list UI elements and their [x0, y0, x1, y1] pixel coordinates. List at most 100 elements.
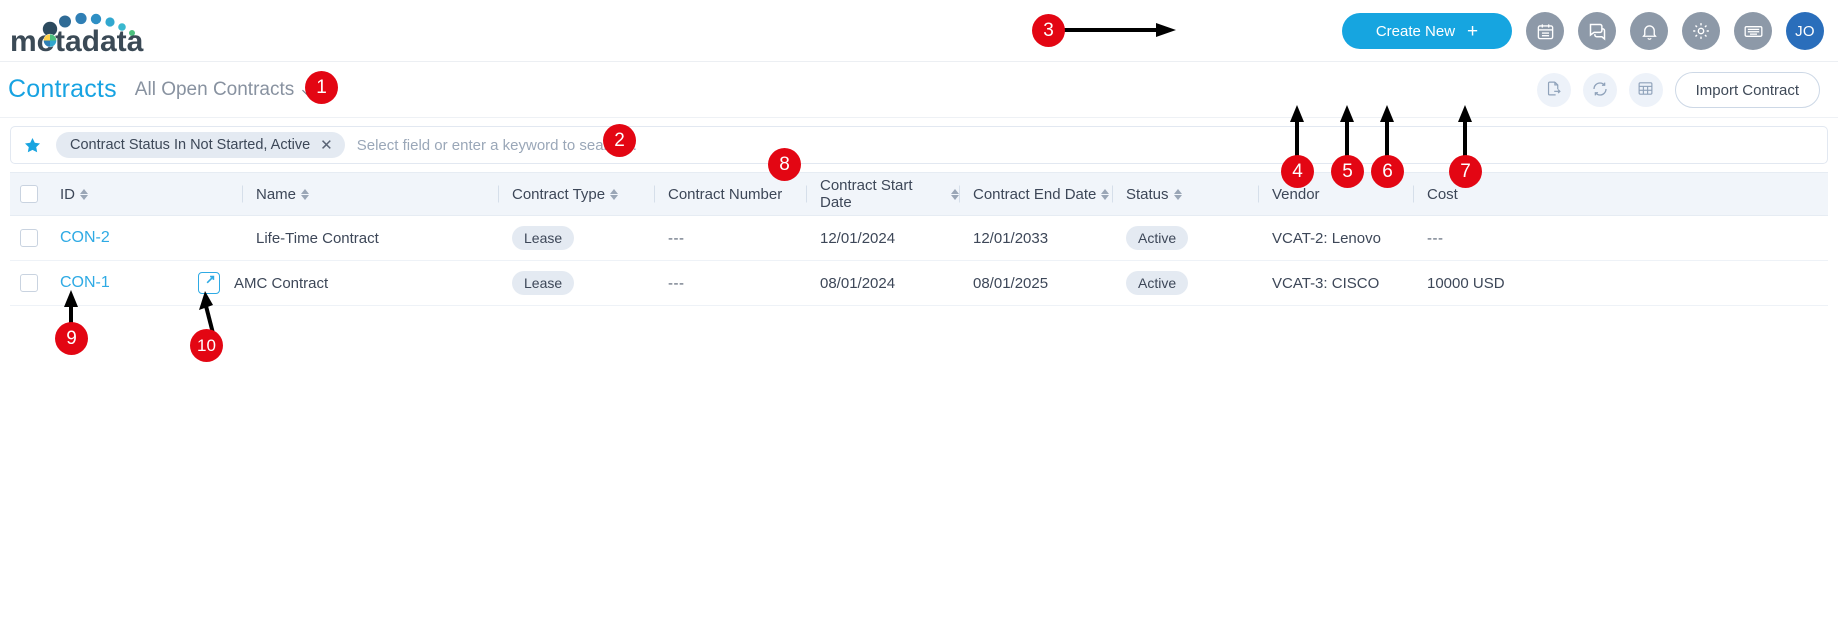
cell-name: AMC Contract	[242, 272, 498, 294]
table-row[interactable]: CON-1 AMC Contract Lease --- 08/01/2024	[10, 261, 1828, 306]
cell-name: Life-Time Contract	[242, 230, 498, 247]
sort-icon[interactable]	[301, 189, 309, 200]
close-icon[interactable]: ✕	[320, 138, 333, 153]
gear-icon	[1691, 21, 1711, 41]
sort-icon[interactable]	[610, 189, 618, 200]
calendar-icon	[1536, 22, 1555, 41]
refresh-icon	[1591, 80, 1609, 101]
cell-end-date: 12/01/2033	[959, 230, 1112, 247]
cell-contract-number: ---	[654, 230, 806, 247]
column-header-status[interactable]: Status	[1112, 186, 1258, 203]
view-selector-label: All Open Contracts	[135, 79, 294, 101]
chat-icon-button[interactable]	[1578, 12, 1616, 50]
sort-icon[interactable]	[1174, 189, 1182, 200]
cell-cost: ---	[1413, 230, 1593, 247]
cell-status: Active	[1112, 271, 1258, 295]
sort-icon[interactable]	[951, 189, 959, 200]
view-selector[interactable]: All Open Contracts	[135, 79, 316, 101]
annotation-marker-5: 5	[1331, 155, 1364, 188]
chat-icon	[1587, 21, 1608, 42]
cell-cost: 10000 USD	[1413, 275, 1593, 292]
annotation-marker-8: 8	[768, 148, 801, 181]
column-header-name[interactable]: Name	[242, 186, 498, 203]
select-all-cell	[10, 185, 46, 203]
cell-end-date: 08/01/2025	[959, 275, 1112, 292]
filter-chip[interactable]: Contract Status In Not Started, Active ✕	[56, 132, 345, 158]
refresh-button[interactable]	[1583, 73, 1617, 107]
filter-search-bar: Contract Status In Not Started, Active ✕…	[10, 126, 1828, 164]
vendor: VCAT-3: CISCO	[1272, 275, 1379, 292]
avatar-initials: JO	[1795, 23, 1815, 40]
end-date: 12/01/2033	[973, 230, 1048, 247]
cell-start-date: 12/01/2024	[806, 230, 959, 247]
top-navigation-bar: motadata Create New +	[0, 0, 1838, 62]
row-checkbox[interactable]	[20, 229, 38, 247]
column-header-id[interactable]: ID	[46, 186, 242, 203]
contract-name: AMC Contract	[234, 275, 328, 292]
search-input[interactable]: Select field or enter a keyword to searc…	[357, 137, 1827, 154]
cost: ---	[1427, 230, 1444, 247]
cell-contract-type: Lease	[498, 271, 654, 295]
column-header-contract-type[interactable]: Contract Type	[498, 186, 654, 203]
contracts-table: ID Name Contract Type Contract Number	[10, 172, 1828, 306]
row-checkbox[interactable]	[20, 274, 38, 292]
sort-icon[interactable]	[80, 189, 88, 200]
svg-text:motadata: motadata	[10, 25, 144, 55]
column-header-contract-number-label: Contract Number	[668, 186, 782, 203]
export-icon	[1545, 80, 1562, 100]
column-settings-button[interactable]	[1629, 73, 1663, 107]
calendar-icon-button[interactable]	[1526, 12, 1564, 50]
export-button[interactable]	[1537, 73, 1571, 107]
top-actions-group: Create New +	[1342, 0, 1824, 62]
import-contract-button[interactable]: Import Contract	[1675, 72, 1820, 108]
annotation-marker-7: 7	[1449, 155, 1482, 188]
cell-start-date: 08/01/2024	[806, 275, 959, 292]
bell-icon-button[interactable]	[1630, 12, 1668, 50]
start-date: 08/01/2024	[820, 275, 895, 292]
annotation-marker-2: 2	[603, 124, 636, 157]
annotation-arrow-3	[1060, 22, 1180, 38]
sort-icon[interactable]	[1101, 189, 1109, 200]
page-title: Contracts	[8, 75, 117, 104]
annotation-marker-6: 6	[1371, 155, 1404, 188]
plus-icon: +	[1467, 22, 1478, 41]
keyboard-icon	[1743, 21, 1764, 42]
row-select-cell	[10, 229, 46, 247]
column-header-contract-number[interactable]: Contract Number	[654, 186, 806, 203]
column-header-status-label: Status	[1126, 186, 1169, 203]
status-badge: Active	[1126, 271, 1188, 295]
start-date: 12/01/2024	[820, 230, 895, 247]
page-header-actions: Import Contract	[1537, 62, 1820, 118]
contract-type-badge: Lease	[512, 226, 574, 250]
bell-icon	[1640, 22, 1659, 41]
filter-chip-label: Contract Status In Not Started, Active	[70, 137, 310, 153]
column-header-end-date[interactable]: Contract End Date	[959, 186, 1112, 203]
column-header-start-date[interactable]: Contract Start Date	[806, 177, 959, 211]
table-row[interactable]: CON-2 Life-Time Contract Lease --- 12/01…	[10, 216, 1828, 261]
column-header-vendor[interactable]: Vendor	[1258, 186, 1413, 203]
column-header-cost-label: Cost	[1427, 186, 1458, 203]
contract-id-link[interactable]: CON-2	[60, 229, 110, 247]
annotation-marker-9: 9	[55, 322, 88, 355]
create-new-label: Create New	[1376, 23, 1455, 40]
keyboard-icon-button[interactable]	[1734, 12, 1772, 50]
motadata-logo[interactable]: motadata	[8, 7, 176, 55]
column-settings-icon	[1637, 80, 1654, 100]
column-header-cost[interactable]: Cost	[1413, 186, 1593, 203]
gear-icon-button[interactable]	[1682, 12, 1720, 50]
cell-status: Active	[1112, 226, 1258, 250]
annotation-marker-10: 10	[190, 329, 223, 362]
cell-contract-number: ---	[654, 275, 806, 292]
create-new-button[interactable]: Create New +	[1342, 13, 1512, 49]
avatar[interactable]: JO	[1786, 12, 1824, 50]
vendor: VCAT-2: Lenovo	[1272, 230, 1381, 247]
annotation-marker-3: 3	[1032, 14, 1065, 47]
contract-number: ---	[668, 275, 685, 292]
contracts-page: motadata Create New +	[0, 0, 1838, 630]
row-select-cell	[10, 274, 46, 292]
contract-number: ---	[668, 230, 685, 247]
select-all-checkbox[interactable]	[20, 185, 38, 203]
cost: 10000 USD	[1427, 275, 1505, 292]
end-date: 08/01/2025	[973, 275, 1048, 292]
star-icon[interactable]	[23, 136, 42, 155]
